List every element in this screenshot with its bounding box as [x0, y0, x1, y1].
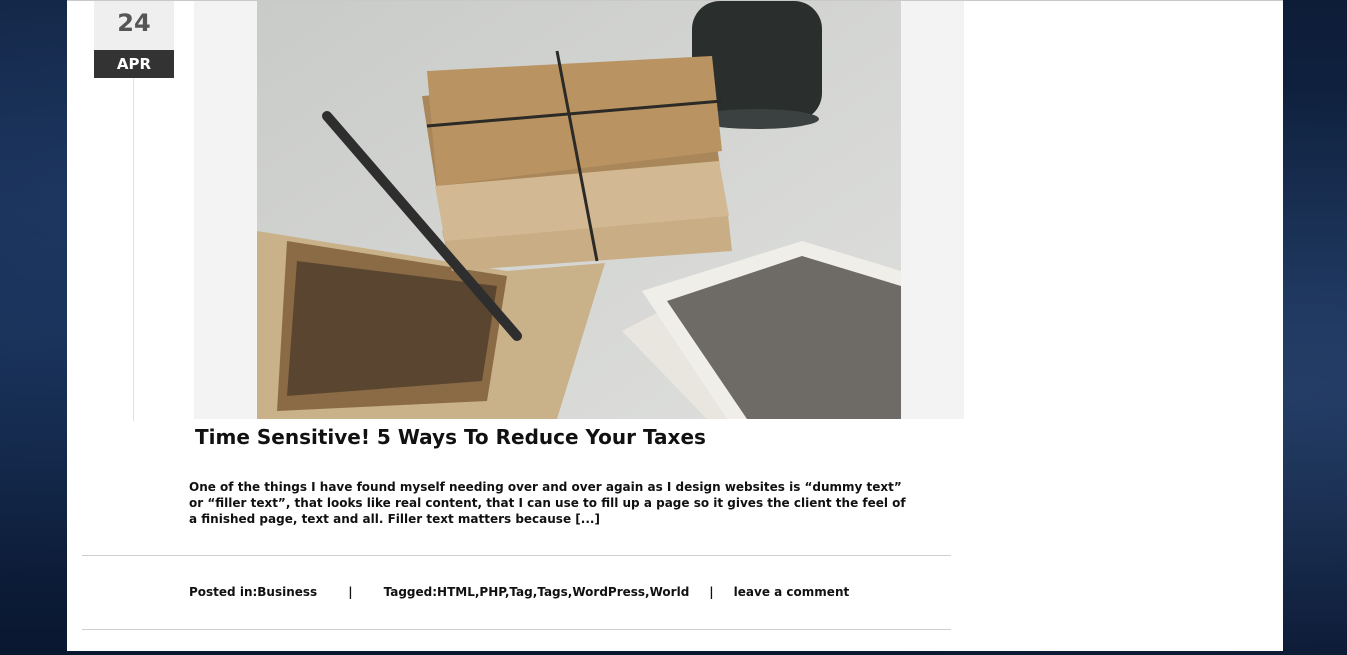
- leave-comment-link[interactable]: leave a comment: [734, 585, 850, 599]
- tag-link-wordpress[interactable]: WordPress: [572, 585, 645, 599]
- meta-separator: |: [348, 585, 353, 599]
- tag-link-tag[interactable]: Tag: [509, 585, 532, 599]
- divider-bottom: [82, 629, 951, 630]
- category-link-business[interactable]: Business: [257, 585, 317, 599]
- featured-image-frame[interactable]: [194, 1, 964, 419]
- post-excerpt: One of the things I have found myself ne…: [189, 479, 909, 527]
- timeline-line: [133, 78, 134, 421]
- post-excerpt-text: One of the things I have found myself ne…: [189, 480, 906, 526]
- post-date-day: 24: [94, 1, 174, 50]
- tag-link-world[interactable]: World: [650, 585, 690, 599]
- tag-link-tags[interactable]: Tags: [537, 585, 567, 599]
- tag-link-php[interactable]: PHP: [479, 585, 504, 599]
- featured-image[interactable]: [257, 1, 901, 419]
- posted-in-label: Posted in:: [189, 585, 258, 599]
- post-date-month: APR: [94, 50, 174, 78]
- divider-top: [82, 555, 951, 556]
- tagged-label: Tagged:: [383, 585, 438, 599]
- tag-link-html[interactable]: HTML: [437, 585, 475, 599]
- content-panel: 24 APR Time Sensitive! 5 Ways To Reduce …: [67, 0, 1283, 651]
- meta-separator-2: |: [709, 585, 714, 599]
- read-more-link[interactable]: [...]: [575, 512, 600, 526]
- post-title[interactable]: Time Sensitive! 5 Ways To Reduce Your Ta…: [195, 425, 706, 449]
- post-meta: Posted in:Business | Tagged:HTML,PHP,Tag…: [189, 585, 850, 599]
